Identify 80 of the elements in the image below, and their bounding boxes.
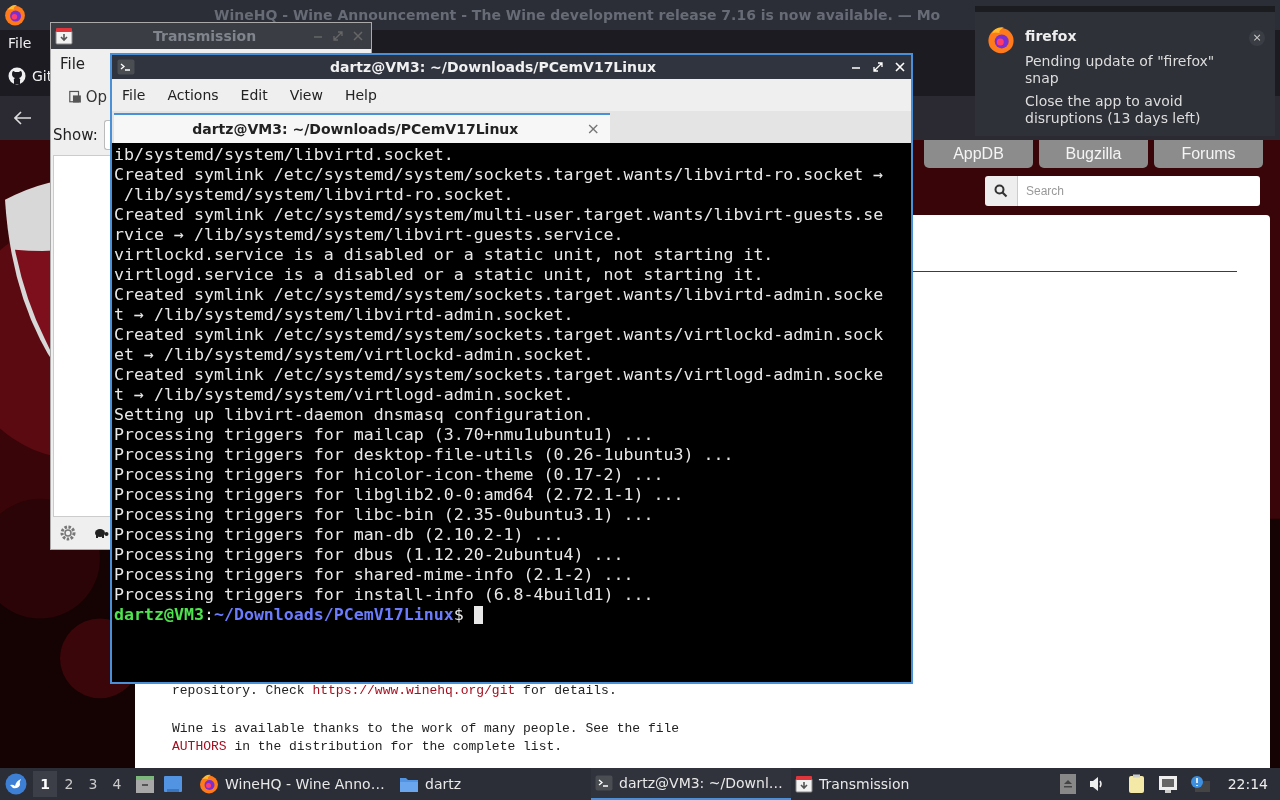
output-line: Created symlink /etc/systemd/system/sockets.target.wants/libvirtd-admin.socke (114, 285, 885, 305)
close-button[interactable]: × (1249, 30, 1265, 46)
repo-logo-icon (8, 67, 26, 85)
browser-icon (987, 26, 1015, 54)
prompt-line: dartz@VM3:~/Downloads/PCemV17Linux$ (114, 605, 911, 625)
workspace-button[interactable]: 1 (33, 771, 57, 797)
output-line: /lib/systemd/system/libvirtd-ro.socket. (123, 185, 515, 205)
output-line: t → /lib/systemd/system/libvirtd-admin.socket. (114, 305, 575, 325)
menu-item[interactable]: Actions (167, 84, 219, 106)
text-line: repository. Check https://www.winehq.org/git for details. (172, 682, 618, 700)
output-line: t → /lib/systemd/system/virtlogd-admin.socket. (114, 385, 575, 405)
menu-item[interactable]: Edit (240, 84, 268, 106)
output-line: ib/systemd/system/libvirtd.socket. (114, 145, 455, 165)
show-label: Show: (53, 124, 98, 146)
search-icon (994, 184, 1008, 198)
output-line: Processing triggers for libc-bin (2.35-0ubuntu3.1) ... (114, 505, 655, 525)
output-line: Created symlink /etc/systemd/system/multi-user.target.wants/libvirt-guests.se (114, 205, 885, 225)
output-line: virtlogd.service is a disabled or a static unit, not starting it. (114, 265, 765, 285)
output-line: virtlockd.service is a disabled or a static unit, not starting it. (114, 245, 775, 265)
workspace-button[interactable]: 2 (57, 771, 81, 797)
output-line: Created symlink /etc/systemd/system/sockets.target.wants/virtlockd-admin.sock (114, 325, 885, 345)
search-field[interactable]: Search (1018, 176, 1260, 206)
clipboard-icon[interactable] (1127, 774, 1146, 794)
notification-body: Close the app to avoid disruptions (13 days left) (1025, 93, 1202, 127)
gear-icon[interactable] (59, 524, 77, 542)
workspace-button[interactable]: 3 (81, 771, 105, 797)
output-line: Processing triggers for desktop-file-utils (0.26-1ubuntu3) ... (114, 445, 735, 465)
task-button[interactable]: WineHQ - Wine Anno… (195, 768, 395, 800)
file-cabinet-icon[interactable] (135, 774, 155, 794)
menu-item[interactable]: File (60, 52, 86, 76)
workspace-button[interactable]: 4 (105, 771, 129, 797)
cursor (473, 606, 483, 624)
eject-icon[interactable] (1059, 774, 1076, 794)
alert-icon[interactable] (1189, 775, 1210, 793)
output-line: Processing triggers for man-db (2.10.2-1) ... (114, 525, 565, 545)
output-line: Setting up libvirt-daemon dnsmasq configuration. (114, 405, 595, 425)
network-icon[interactable] (1157, 775, 1178, 793)
output-line: et → /lib/systemd/system/virtlockd-admin.socket. (114, 345, 595, 365)
window-title: Transmission (153, 26, 257, 46)
output-line: Processing triggers for mailcap (3.70+nmu1ubuntu1) ... (114, 425, 655, 445)
menu-item[interactable]: Help (344, 84, 377, 106)
browser-icon (4, 4, 26, 26)
output-line: Processing triggers for install-info (6.8-4build1) ... (114, 585, 655, 605)
window-title: WineHQ - Wine Announcement - The Wine development release 7.16 is now available. — Mo (214, 5, 941, 25)
output-line: Created symlink /etc/systemd/system/sockets.target.wants/virtlogd-admin.socke (114, 365, 885, 385)
output-line: Processing triggers for shared-mime-info (2.1-2) ... (114, 565, 635, 585)
task-button[interactable]: dartz (395, 768, 591, 800)
output-line: Created symlink /etc/systemd/system/sockets.target.wants/libvirtd-ro.socket → (114, 165, 885, 185)
notification-summary: Pending update of "firefox" snap (1025, 53, 1216, 87)
link[interactable]: AUTHORS (172, 739, 227, 754)
download-box-icon (55, 27, 73, 45)
desktop-icon[interactable] (163, 775, 183, 793)
terminal-icon (117, 58, 135, 76)
menu-item[interactable]: File (122, 84, 146, 106)
text-line: Wine is available thanks to the work of many people. See the file (172, 720, 681, 738)
back-arrow-icon[interactable] (14, 111, 32, 125)
output-line: Processing triggers for libglib2.0-0:amd64 (2.72.1-1) ... (114, 485, 685, 505)
document-icon (69, 89, 82, 105)
terminal-icon (595, 774, 613, 792)
turtle-icon[interactable] (93, 528, 109, 538)
notification-app: firefox (1025, 27, 1078, 46)
window-title: dartz@VM3: ~/Downloads/PCemV17Linux (328, 57, 658, 77)
menu-item[interactable]: File (8, 32, 32, 54)
output-line: Processing triggers for dbus (1.12.20-2ubuntu4) ... (114, 545, 625, 565)
download-box-icon (795, 775, 813, 793)
folder-icon (399, 775, 419, 793)
search-button[interactable] (985, 176, 1018, 206)
bird-logo-icon[interactable] (5, 773, 27, 795)
clock: 22:14 (1227, 774, 1268, 794)
task-button[interactable]: dartz@VM3: ~/Downl… (591, 768, 791, 800)
output-line: Processing triggers for hicolor-icon-theme (0.17-2) ... (114, 465, 665, 485)
menu-item[interactable]: View (289, 84, 323, 106)
text-line: AUTHORS in the distribution for the complete list. (172, 738, 564, 756)
terminal-tab[interactable]: dartz@VM3: ~/Downloads/PCemV17Linux × (114, 113, 610, 143)
browser-icon (199, 774, 219, 794)
open-button[interactable]: Op (69, 85, 107, 109)
task-button[interactable]: Transmission (791, 768, 991, 800)
output-line: rvice → /lib/systemd/system/libvirt-guests.service. (114, 225, 625, 245)
tab-close-button[interactable]: × (586, 117, 600, 141)
link[interactable]: https://www.winehq.org/git (312, 683, 516, 698)
